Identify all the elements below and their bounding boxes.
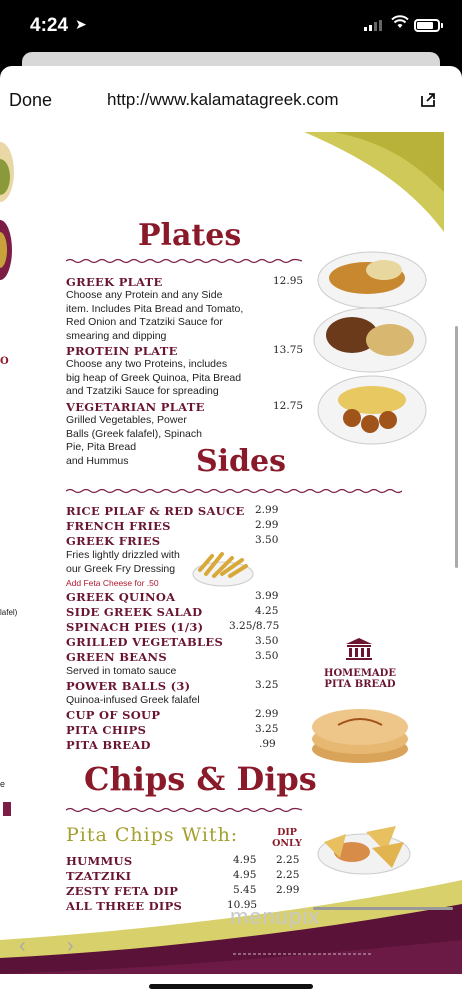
item-desc: our Greek Fry Dressing <box>66 562 176 575</box>
item-name: PITA BREAD <box>66 738 151 752</box>
pita-bread-photo <box>312 709 408 763</box>
item-price: 2.99 <box>255 519 279 531</box>
item-name: GREEK FRIES <box>66 534 161 548</box>
pita-chips-with: Pita Chips With: <box>66 824 239 846</box>
horizontal-scrollbar[interactable] <box>313 907 453 910</box>
item-name: CUP OF SOUP <box>66 708 161 722</box>
sides-heading: Sides <box>196 444 287 479</box>
feta-note: Add Feta Cheese for .50 <box>66 578 159 588</box>
left-fragment-3: e <box>0 779 6 789</box>
chevron-left-icon[interactable]: ‹ <box>19 935 26 958</box>
item-price: 4.25 <box>255 605 279 617</box>
battery-icon <box>414 19 440 32</box>
item-name: SIDE GREEK SALAD <box>66 605 203 619</box>
item-price: 12.75 <box>273 400 304 412</box>
item-name: GRILLED VEGETABLES <box>66 635 224 649</box>
item-name: GREEK PLATE <box>66 275 163 289</box>
item-price: 2.99 <box>255 504 279 516</box>
item-name: GREEN BEANS <box>66 650 167 664</box>
divider <box>66 807 302 813</box>
item-desc: Served in tomato sauce <box>66 665 177 677</box>
browser-toolbar: Done http://www.kalamatagreek.com <box>0 66 462 132</box>
location-arrow-icon: ➤ <box>75 16 87 32</box>
item-desc: and Tzatziki Sauce for spreading <box>66 385 219 398</box>
item-desc: big heap of Greek Quinoa, Pita Bread <box>66 371 242 384</box>
wifi-icon <box>391 13 409 34</box>
home-indicator[interactable] <box>149 984 313 989</box>
item-name: PROTEIN PLATE <box>66 344 178 358</box>
left-fragment-2: lafel) <box>0 608 18 617</box>
item-name: SPINACH PIES (1/3) <box>66 620 204 634</box>
menu-image: O lafel) e Plates GREEK PLATE 12.95 Choo… <box>0 132 462 974</box>
divider <box>66 258 302 264</box>
item-price: 4.95 <box>233 854 257 866</box>
plates-photo <box>313 251 427 445</box>
item-name: VEGETARIAN PLATE <box>66 400 205 414</box>
item-price: 2.99 <box>255 708 279 720</box>
homemade-label: PITA BREAD <box>324 679 396 690</box>
item-price: 3.50 <box>255 650 279 662</box>
cellular-signal-icon <box>364 20 382 31</box>
status-time: 4:24 <box>30 15 69 36</box>
item-price: 3.25 <box>255 679 279 691</box>
item-desc: item. Includes Pita Bread and Tomato, <box>66 302 244 315</box>
item-price: 12.95 <box>273 275 304 287</box>
vertical-scrollbar[interactable] <box>455 326 458 568</box>
share-icon[interactable] <box>419 91 437 109</box>
temple-icon <box>346 638 372 660</box>
item-price: 13.75 <box>273 344 304 356</box>
watermark: menupix <box>230 904 321 929</box>
browser-sheet: Done http://www.kalamatagreek.com O lafe… <box>0 66 462 1000</box>
chips-dip-photo <box>317 826 411 875</box>
left-fragment-1: O <box>0 356 10 367</box>
item-desc: Balls (Greek falafel), Spinach <box>66 427 202 440</box>
fries-photo <box>192 552 254 587</box>
chevron-right-icon[interactable]: › <box>67 935 74 958</box>
item-price: 3.25/8.75 <box>229 620 280 632</box>
dip-only-label: ONLY <box>272 838 302 849</box>
item-name: HUMMUS <box>66 854 133 868</box>
done-button[interactable]: Done <box>9 90 52 111</box>
divider <box>66 488 402 494</box>
homemade-label: HOMEMADE <box>324 668 396 679</box>
item-price: 3.50 <box>255 534 279 546</box>
item-name: RICE PILAF & RED SAUCE <box>66 504 245 518</box>
item-desc: smearing and dipping <box>66 329 167 342</box>
item-desc: Fries lightly drizzled with <box>66 549 180 561</box>
item-price: .99 <box>259 738 276 750</box>
item-name: PITA CHIPS <box>66 723 147 737</box>
item-price: 3.25 <box>255 723 279 735</box>
item-price: 3.99 <box>255 590 279 602</box>
item-desc: Choose any two Proteins, includes <box>66 358 228 370</box>
plates-heading: Plates <box>138 218 242 253</box>
item-name: POWER BALLS (3) <box>66 679 191 693</box>
dip-only-label: DIP <box>277 827 297 838</box>
item-desc: Quinoa-infused Greek falafel <box>66 694 200 706</box>
item-desc: Grilled Vegetables, Power <box>66 414 187 426</box>
chips-dips-heading: Chips & Dips <box>84 760 317 798</box>
decorative-corner <box>304 132 444 232</box>
item-name: GREEK QUINOA <box>66 590 176 604</box>
dip-price: 2.25 <box>276 854 300 866</box>
item-name: FRENCH FRIES <box>66 519 171 533</box>
item-price: 3.50 <box>255 635 279 647</box>
status-bar: 4:24 ➤ <box>0 0 462 52</box>
url-label: http://www.kalamatagreek.com <box>107 90 339 109</box>
dashed-line <box>233 953 371 955</box>
left-cropped-page <box>0 142 14 816</box>
item-desc: Red Onion and Tzatziki Sauce for <box>66 316 223 329</box>
item-desc: and Hummus <box>66 454 129 467</box>
item-desc: Choose any Protein and any Side <box>66 289 223 301</box>
item-desc: Pie, Pita Bread <box>66 441 137 454</box>
